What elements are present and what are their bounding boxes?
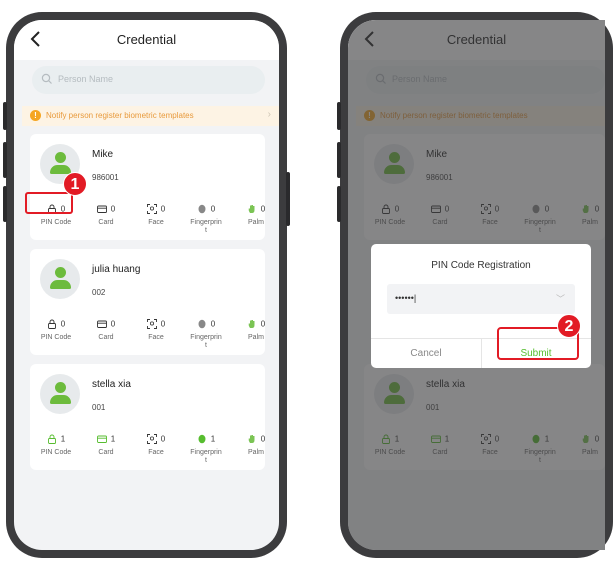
warning-icon: !	[30, 110, 41, 121]
lock-icon	[47, 319, 56, 329]
search-placeholder: Person Name	[58, 74, 114, 84]
stat-pin-code[interactable]: 0 PIN Code	[30, 319, 82, 342]
fingerprint-icon	[198, 434, 206, 444]
phone-side-button	[3, 186, 7, 222]
palm-label: Palm	[248, 334, 264, 341]
person-card[interactable]: julia huang 002 0 PIN Code 0 Card 0 Face…	[30, 249, 265, 355]
notify-banner[interactable]: ! Notify person register biometric templ…	[22, 106, 279, 126]
phone-side-button	[337, 186, 341, 222]
card-icon	[96, 205, 107, 213]
face-count: 0	[160, 204, 166, 214]
person-id: 986001	[92, 173, 119, 182]
stat-fingerprint[interactable]: 0 Fingerprint	[180, 204, 232, 235]
card-label: Card	[98, 449, 114, 456]
credential-stats: 0 PIN Code 0 Card 0 Face 0 Fingerprint 0	[30, 319, 265, 355]
cancel-button[interactable]: Cancel	[371, 348, 481, 359]
fingerprint-label: Fingerprint	[190, 334, 222, 349]
pin-count: 1	[60, 434, 66, 444]
palm-label: Palm	[248, 219, 264, 226]
card-icon	[96, 320, 107, 328]
pin-label: PIN Code	[40, 449, 72, 456]
pin-label: PIN Code	[40, 219, 72, 226]
left-phone: Credential Person Name ! Notify person r…	[3, 12, 290, 558]
avatar	[40, 259, 80, 299]
right-screen: Credential Person Name ! Notify person r…	[348, 20, 605, 550]
avatar	[40, 374, 80, 414]
lock-icon	[47, 434, 56, 444]
palm-count: 0	[260, 434, 266, 444]
pin-code-highlight	[25, 192, 73, 214]
stat-face[interactable]: 0 Face	[130, 434, 182, 457]
phone-side-button	[3, 142, 7, 178]
fingerprint-count: 1	[210, 434, 216, 444]
stat-card[interactable]: 0 Card	[80, 319, 132, 342]
face-icon	[146, 319, 157, 329]
stat-fingerprint[interactable]: 0 Fingerprint	[180, 319, 232, 350]
step-badge-1: 1	[63, 172, 87, 196]
phone-side-button	[3, 102, 7, 130]
card-count: 1	[110, 434, 116, 444]
face-label: Face	[148, 334, 164, 341]
stat-palm[interactable]: 0 Palm	[230, 319, 279, 342]
person-id: 002	[92, 288, 106, 297]
person-name: julia huang	[92, 264, 141, 275]
face-count: 0	[160, 434, 166, 444]
card-icon	[96, 435, 107, 443]
search-input[interactable]: Person Name	[32, 66, 265, 94]
dialog-title: PIN Code Registration	[431, 260, 531, 271]
stat-palm[interactable]: 0 Palm	[230, 434, 279, 457]
step-badge-2: 2	[557, 314, 581, 338]
fingerprint-label: Fingerprint	[190, 449, 222, 464]
chevron-down-icon: ﹀	[555, 294, 565, 304]
fingerprint-count: 0	[210, 204, 216, 214]
face-label: Face	[148, 449, 164, 456]
stat-fingerprint[interactable]: 1 Fingerprint	[180, 434, 232, 465]
fingerprint-label: Fingerprint	[190, 219, 222, 234]
card-label: Card	[98, 334, 114, 341]
stat-face[interactable]: 0 Face	[130, 204, 182, 227]
palm-count: 0	[260, 204, 266, 214]
palm-label: Palm	[248, 449, 264, 456]
pin-code-input[interactable]: ••••••| ﹀	[387, 284, 575, 314]
person-card[interactable]: stella xia 001 1 PIN Code 1 Card 0 Face …	[30, 364, 265, 470]
phone-side-button	[286, 172, 290, 226]
search-icon	[41, 73, 52, 84]
stat-face[interactable]: 0 Face	[130, 319, 182, 342]
face-label: Face	[148, 219, 164, 226]
card-count: 0	[110, 319, 116, 329]
fingerprint-icon	[198, 319, 206, 329]
top-bar: Credential	[14, 20, 279, 60]
person-id: 001	[92, 403, 106, 412]
chevron-right-icon: ›	[267, 109, 271, 120]
left-screen: Credential Person Name ! Notify person r…	[14, 20, 279, 550]
right-phone: Credential Person Name ! Notify person r…	[337, 12, 613, 558]
stat-pin-code[interactable]: 1 PIN Code	[30, 434, 82, 457]
stat-card[interactable]: 0 Card	[80, 204, 132, 227]
palm-icon	[248, 320, 255, 328]
phone-side-button	[337, 142, 341, 178]
pin-count: 0	[60, 319, 66, 329]
face-count: 0	[160, 319, 166, 329]
stat-palm[interactable]: 0 Palm	[230, 204, 279, 227]
page-title: Credential	[116, 32, 177, 47]
face-icon	[146, 434, 157, 444]
palm-icon	[248, 435, 255, 443]
stat-card[interactable]: 1 Card	[80, 434, 132, 457]
person-name: Mike	[92, 149, 114, 160]
person-name: stella xia	[92, 379, 131, 390]
card-count: 0	[110, 204, 116, 214]
credential-stats: 1 PIN Code 1 Card 0 Face 1 Fingerprint 0	[30, 434, 265, 470]
pin-label: PIN Code	[40, 334, 72, 341]
palm-icon	[248, 205, 255, 213]
face-icon	[146, 204, 157, 214]
fingerprint-count: 0	[210, 319, 216, 329]
palm-count: 0	[260, 319, 266, 329]
pin-code-value: ••••••|	[395, 293, 417, 303]
notify-text: Notify person register biometric templat…	[46, 111, 194, 120]
phone-side-button	[337, 102, 341, 130]
fingerprint-icon	[198, 204, 206, 214]
card-label: Card	[98, 219, 114, 226]
